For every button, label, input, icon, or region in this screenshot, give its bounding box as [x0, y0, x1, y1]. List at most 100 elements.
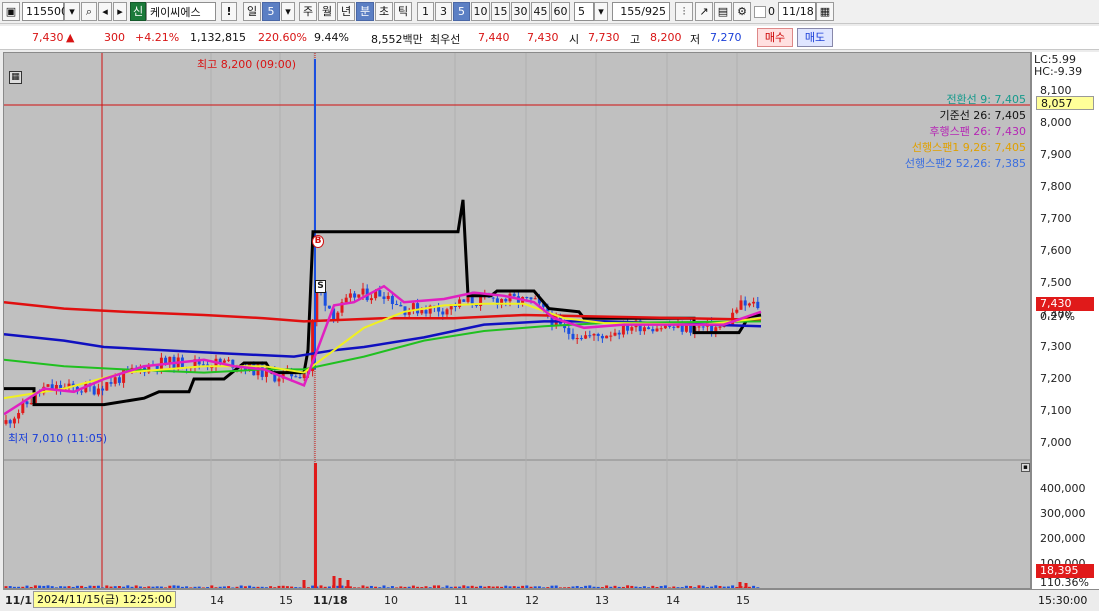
save-icon[interactable]: ▤ [714, 2, 732, 21]
time-tick: 11/18 [313, 594, 348, 607]
candle-body [567, 328, 571, 334]
volume-tick: 300,000 [1040, 507, 1086, 520]
count-dropdown-icon[interactable]: ▾ [594, 2, 608, 21]
volume-bar [172, 585, 176, 588]
year-button[interactable]: 년 [337, 2, 355, 21]
price-tick: 7,700 [1040, 212, 1072, 225]
chart-area[interactable]: ▦ 최고 8,200 (09:00) 최저 7,010 (11:05) B S … [3, 52, 1031, 589]
time-tick: 15 [736, 594, 750, 607]
tick-button[interactable]: 틱 [394, 2, 412, 21]
interval-1[interactable]: 1 [417, 2, 434, 21]
candle-body [588, 335, 592, 337]
time-tick: 15 [279, 594, 293, 607]
turnover: 9.44% [314, 31, 349, 44]
volume-bar [84, 587, 88, 588]
candle-body [117, 377, 121, 383]
price-tick: 7,100 [1040, 404, 1072, 417]
volume-bar [294, 587, 298, 588]
range-field[interactable]: 155/925 [612, 2, 670, 21]
time-tick: 11 [454, 594, 468, 607]
gear-icon[interactable]: ⚙ [733, 2, 751, 21]
candle-icon[interactable]: ⫶ [675, 2, 693, 21]
volume-bar [416, 586, 420, 588]
close-pane-icon[interactable]: ▪ [1021, 463, 1030, 472]
sell-signal-marker[interactable]: S [315, 280, 326, 293]
volume-bar [38, 585, 42, 588]
draw-tool-icon[interactable]: ↗ [695, 2, 713, 21]
count-input[interactable]: 5 [574, 2, 594, 21]
period-dropdown-icon[interactable]: ▾ [281, 2, 295, 21]
sell-button[interactable]: 매도 [797, 28, 833, 47]
volume-bar [672, 586, 676, 588]
search-icon[interactable]: ⌕ [81, 2, 97, 21]
volume-bar [193, 586, 197, 588]
volume-bar [113, 586, 117, 588]
volume-bar [525, 585, 529, 588]
menu-icon[interactable]: ▣ [2, 2, 20, 21]
interval-3[interactable]: 3 [435, 2, 452, 21]
month-button[interactable]: 월 [318, 2, 336, 21]
candle-body [298, 377, 302, 379]
price-tick: 7,300 [1040, 340, 1072, 353]
volume-bar [735, 586, 739, 588]
change-pct: +4.21% [135, 31, 180, 44]
volume-bar [126, 585, 130, 588]
volume-bar [298, 587, 302, 588]
volume-bar [466, 586, 470, 588]
interval-60[interactable]: 60 [551, 2, 570, 21]
volume-bar [185, 586, 189, 588]
stock-name-field[interactable]: 케이씨에스 [146, 2, 216, 21]
stock-code-input[interactable]: 115500 [22, 2, 68, 21]
checkbox[interactable] [754, 6, 766, 18]
interval-5[interactable]: 5 [453, 2, 470, 21]
prev-icon[interactable]: ◂ [98, 2, 112, 21]
buy-button[interactable]: 매수 [757, 28, 793, 47]
alert-button[interactable]: ! [221, 2, 237, 21]
candle-body [743, 300, 747, 306]
week-button[interactable]: 주 [299, 2, 317, 21]
interval-10[interactable]: 10 [471, 2, 490, 21]
volume-bar [374, 586, 378, 588]
candle-body [29, 402, 33, 405]
volume-bar [458, 586, 462, 588]
interval-45[interactable]: 45 [531, 2, 550, 21]
volume-bar [197, 586, 201, 588]
price-tick: 7,600 [1040, 244, 1072, 257]
period-day-count[interactable]: 5 [262, 2, 280, 21]
volume-bar [487, 586, 491, 588]
candle-body [344, 297, 348, 303]
volume-bar [353, 587, 357, 588]
volume-bar [420, 587, 424, 588]
candle-body [592, 333, 596, 336]
legend-conversion-line: 전환선 9: 7,405 [946, 93, 1026, 106]
volume-bar [168, 585, 172, 588]
volume-bar [42, 585, 46, 588]
chart-settings-icon[interactable]: ▦ [9, 71, 22, 84]
candle-body [672, 326, 676, 328]
dropdown-icon[interactable]: ▾ [64, 2, 80, 21]
time-label: 15:30:00 [1038, 594, 1088, 607]
buy-signal-marker[interactable]: B [312, 235, 324, 248]
volume-bar [63, 586, 67, 588]
interval-15[interactable]: 15 [491, 2, 510, 21]
interval-30[interactable]: 30 [511, 2, 530, 21]
period-day-button[interactable]: 일 [243, 2, 261, 21]
volume-bar [584, 585, 588, 588]
high-price: 8,200 [650, 31, 682, 44]
calendar-icon[interactable]: ▦ [816, 2, 834, 21]
candle-body [382, 296, 386, 299]
date-input[interactable]: 11/18 [778, 2, 816, 21]
candle-body [80, 391, 84, 393]
candle-body [92, 386, 96, 395]
price-tick: 7,900 [1040, 148, 1072, 161]
next-icon[interactable]: ▸ [113, 2, 127, 21]
volume-bar [327, 586, 331, 588]
volume-bar [651, 585, 655, 588]
chart-canvas[interactable] [4, 53, 1030, 588]
second-button[interactable]: 초 [375, 2, 393, 21]
minute-button[interactable]: 분 [356, 2, 374, 21]
volume-bar [71, 586, 75, 588]
volume-bar [159, 586, 163, 588]
volume-bar [75, 585, 79, 588]
candle-body [222, 360, 226, 363]
